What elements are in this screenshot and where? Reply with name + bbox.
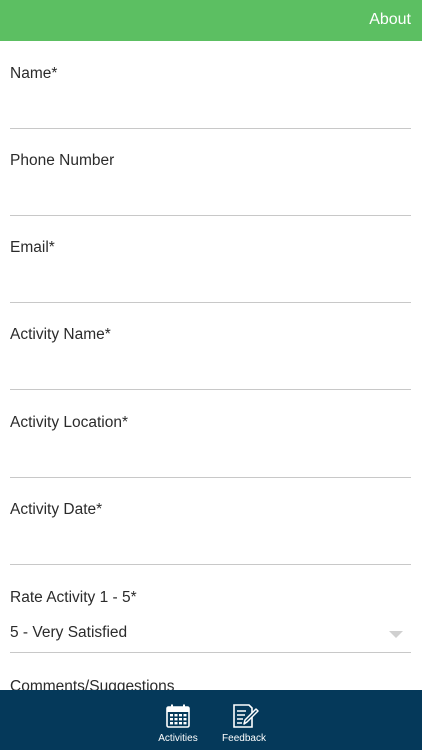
- phone-field[interactable]: Phone Number: [10, 128, 415, 216]
- bottom-nav: Activities Feedback: [0, 690, 422, 750]
- activity-location-label: Activity Location*: [10, 414, 129, 431]
- top-bar: About: [0, 0, 422, 41]
- phone-input[interactable]: [10, 176, 415, 214]
- chevron-down-icon[interactable]: [389, 631, 403, 638]
- email-field[interactable]: Email*: [10, 215, 415, 303]
- activity-name-label: Activity Name*: [10, 326, 111, 343]
- about-link[interactable]: About: [369, 11, 411, 29]
- name-field[interactable]: Name*: [10, 41, 415, 129]
- activity-date-label: Activity Date*: [10, 501, 103, 518]
- rating-select[interactable]: Rate Activity 1 - 5* 5 - Very Satisfied: [10, 565, 411, 653]
- calendar-icon: [166, 704, 190, 728]
- activity-location-field[interactable]: Activity Location*: [10, 390, 415, 478]
- nav-feedback[interactable]: Feedback: [214, 690, 274, 750]
- nav-activities-label: Activities: [158, 733, 198, 744]
- activity-name-input[interactable]: [10, 350, 415, 388]
- feedback-form-icon: [233, 704, 259, 728]
- activity-location-input[interactable]: [10, 438, 415, 476]
- feedback-form: Name* Phone Number Email* Activity Name*…: [0, 41, 422, 690]
- activity-date-field[interactable]: Activity Date*: [10, 477, 415, 565]
- activity-name-field[interactable]: Activity Name*: [10, 302, 415, 390]
- rating-selected-value: 5 - Very Satisfied: [10, 624, 128, 641]
- nav-feedback-label: Feedback: [222, 733, 266, 744]
- email-label: Email*: [10, 239, 55, 256]
- email-input[interactable]: [10, 263, 415, 301]
- comments-label: Comments/Suggestions: [10, 678, 175, 690]
- name-input[interactable]: [10, 89, 415, 127]
- name-label: Name*: [10, 65, 58, 82]
- phone-label: Phone Number: [10, 152, 115, 169]
- nav-activities[interactable]: Activities: [148, 690, 208, 750]
- activity-date-input[interactable]: [10, 525, 415, 563]
- rating-label: Rate Activity 1 - 5*: [10, 589, 137, 606]
